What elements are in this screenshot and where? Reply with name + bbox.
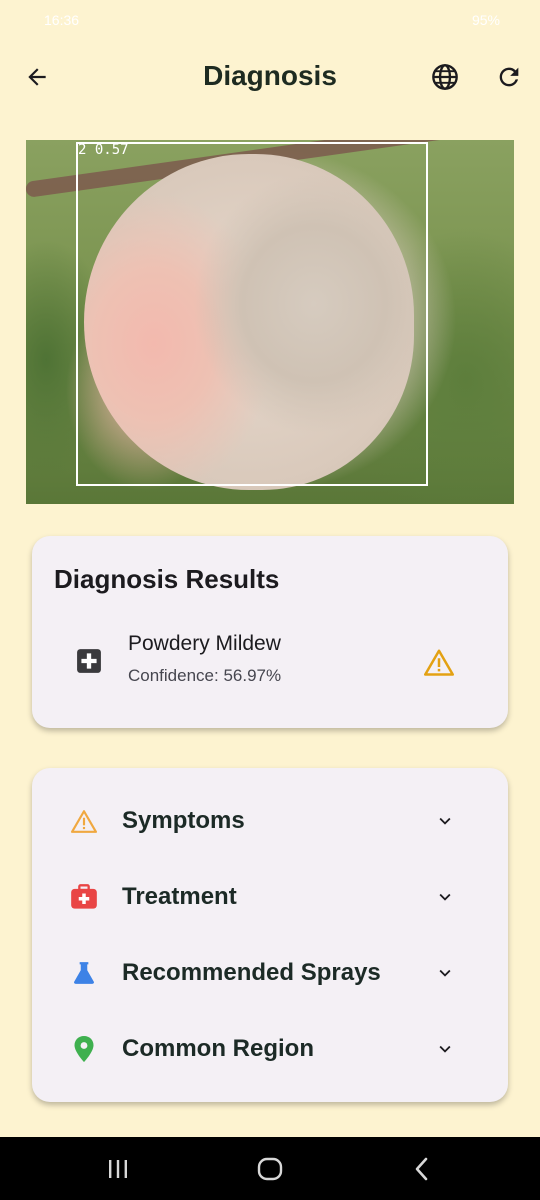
status-bar: 16:36 95%	[0, 0, 540, 40]
home-button[interactable]	[250, 1155, 290, 1183]
flask-icon	[70, 959, 98, 987]
system-back-button[interactable]	[402, 1155, 442, 1183]
diagnosis-photo: 2 0.57	[26, 140, 514, 504]
confidence-text: Confidence: 56.97%	[128, 666, 282, 685]
status-icons: 95%	[472, 12, 500, 28]
section-label: Treatment	[122, 883, 237, 910]
language-button[interactable]	[428, 60, 462, 94]
diagnosis-results-card: Diagnosis Results Powdery Mildew Confide…	[32, 536, 508, 728]
section-common-region[interactable]: Common Region	[32, 1021, 508, 1077]
section-label: Recommended Sprays	[122, 959, 381, 986]
chevron-left-icon	[415, 1157, 428, 1181]
chevron-down-icon[interactable]	[432, 884, 458, 910]
battery-text: 95%	[471, 12, 500, 28]
medical-cross-icon	[77, 649, 101, 673]
warning-icon	[424, 649, 454, 676]
recent-apps-button[interactable]	[98, 1155, 138, 1183]
first-aid-kit-icon	[70, 883, 98, 911]
detection-box	[76, 142, 428, 486]
results-title: Diagnosis Results	[54, 564, 280, 594]
location-pin-icon	[70, 1035, 98, 1063]
section-treatment[interactable]: Treatment	[32, 869, 508, 925]
home-icon	[257, 1157, 283, 1181]
info-sections-card: Symptoms Treatment Recommended Sprays Co…	[32, 768, 508, 1102]
section-symptoms[interactable]: Symptoms	[32, 793, 508, 849]
globe-icon	[432, 64, 458, 90]
chevron-down-icon[interactable]	[432, 808, 458, 834]
section-recommended-sprays[interactable]: Recommended Sprays	[32, 945, 508, 1001]
disease-name: Powdery Mildew	[128, 632, 281, 655]
chevron-down-icon[interactable]	[432, 1036, 458, 1062]
detection-label: 2 0.57	[78, 142, 129, 158]
recent-apps-icon	[109, 1160, 127, 1178]
app-bar: Diagnosis	[0, 42, 540, 112]
refresh-icon	[499, 67, 519, 87]
section-label: Symptoms	[122, 807, 245, 834]
system-nav-bar	[0, 1137, 540, 1200]
chevron-down-icon[interactable]	[432, 960, 458, 986]
refresh-button[interactable]	[492, 60, 526, 94]
warning-outline-icon	[70, 807, 98, 835]
status-time: 16:36	[44, 12, 80, 28]
section-label: Common Region	[122, 1035, 314, 1062]
